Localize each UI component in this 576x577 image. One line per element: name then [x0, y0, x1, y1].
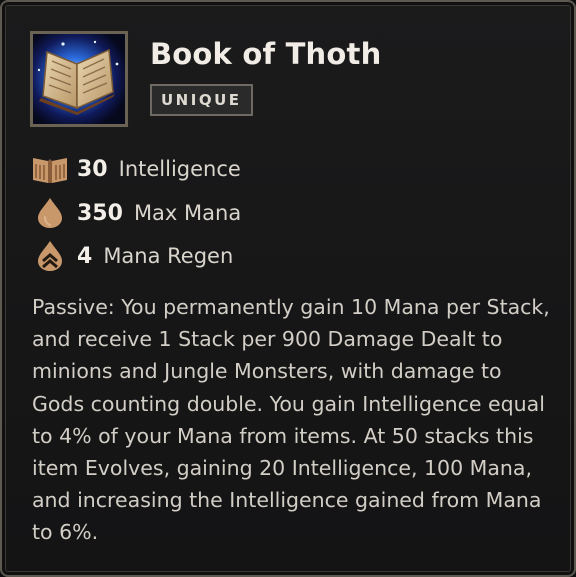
stat-label: Intelligence [118, 157, 241, 181]
item-description: Passive: You permanently gain 10 Mana pe… [32, 295, 550, 545]
stat-value: 350 [77, 200, 123, 226]
stat-value: 30 [77, 156, 108, 182]
stat-row-max-mana: 350 Max Mana [32, 196, 241, 230]
stat-label: Max Mana [133, 201, 242, 225]
stat-value: 4 [77, 243, 93, 269]
stat-row-intelligence: 30 Intelligence [32, 152, 241, 186]
stat-row-mana-regen: 4 Mana Regen [32, 239, 233, 273]
rarity-badge: UNIQUE [150, 84, 253, 116]
mana-regen-icon [32, 240, 68, 272]
item-tooltip: Book of Thoth UNIQUE 30 Intelligence 350… [0, 0, 576, 577]
item-icon-frame [30, 31, 128, 127]
open-spellbook-icon [33, 34, 125, 124]
item-name: Book of Thoth [150, 37, 382, 71]
intelligence-book-icon [32, 153, 68, 185]
stat-label: Mana Regen [103, 244, 234, 268]
mana-drop-icon [32, 197, 68, 229]
